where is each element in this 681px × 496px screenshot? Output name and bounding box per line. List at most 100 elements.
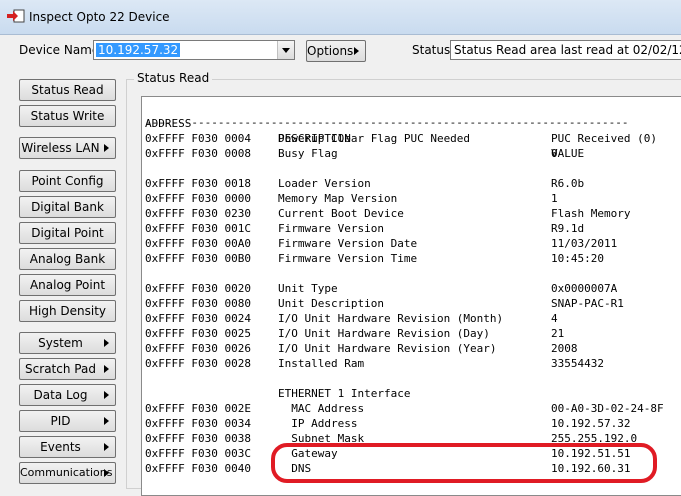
analog-point-button[interactable]: Analog Point <box>19 274 116 296</box>
address-cell: 0xFFFF F030 0024 <box>145 312 251 325</box>
address-cell: 0xFFFF F030 0038 <box>145 432 251 445</box>
window-title: Inspect Opto 22 Device <box>29 10 170 24</box>
address-cell: 0xFFFF F030 0008 <box>145 147 251 160</box>
device-name-label: Device Name: <box>19 43 104 57</box>
description-cell: Loader Version <box>278 177 371 190</box>
list-item[interactable]: 0xFFFF F030 0020 Unit Type 0x0000007A <box>142 281 681 296</box>
list-item[interactable]: 0xFFFF F030 0024 I/O Unit Hardware Revisi… <box>142 311 681 326</box>
address-cell: 0xFFFF F030 0040 <box>145 462 251 475</box>
sidebar-button-label: Wireless LAN <box>21 141 100 155</box>
list-header: ADDRESS DESCRIPTION VALUE <box>142 101 681 160</box>
chevron-right-icon <box>104 391 109 399</box>
sidebar-button-label: System <box>38 336 83 350</box>
list-item[interactable]: 0xFFFF F030 00A0 Firmware Version Date 11/… <box>142 236 681 251</box>
list-item[interactable]: 0xFFFF F030 0000 Memory Map Version 1 <box>142 191 681 206</box>
value-cell: 10.192.51.51 <box>551 447 631 460</box>
section-title: ETHERNET 1 Interface <box>278 387 411 400</box>
chevron-right-icon <box>104 144 109 152</box>
sidebar: Status Read Status Write Wireless LAN Po… <box>0 68 125 484</box>
events-button[interactable]: Events <box>19 436 116 458</box>
address-cell: 0xFFFF F030 0000 <box>145 192 251 205</box>
list-item[interactable]: 0xFFFF F030 0230 Current Boot Device Flash… <box>142 206 681 221</box>
pid-button[interactable]: PID <box>19 410 116 432</box>
list-item[interactable]: 0xFFFF F030 003C Gateway 10.192.51.51 <box>142 446 681 461</box>
address-cell: 0xFFFF F030 00B0 <box>145 252 251 265</box>
list-item[interactable]: 0xFFFF F030 0004 Powerup Clear Flag PUC N… <box>142 131 681 146</box>
list-item[interactable]: 0xFFFF F030 0034 IP Address 10.192.57.32 <box>142 416 681 431</box>
chevron-down-icon[interactable] <box>277 41 294 59</box>
description-cell: Memory Map Version <box>278 192 398 205</box>
value-cell: 2008 <box>551 342 578 355</box>
address-cell: 0xFFFF F030 0026 <box>145 342 251 355</box>
list-item[interactable]: 0xFFFF F030 0028 Installed Ram 33554432 <box>142 356 681 371</box>
group-label: Status Read <box>134 71 213 85</box>
list-item[interactable]: 0xFFFF F030 0018 Loader Version R6.0b <box>142 176 681 191</box>
sidebar-button-label: Communications <box>20 466 113 479</box>
list-item[interactable]: 0xFFFF F030 0080 Unit Description SNAP-PAC… <box>142 296 681 311</box>
device-name-combo[interactable]: 10.192.57.32 <box>93 40 295 60</box>
address-cell: 0xFFFF F030 0034 <box>145 417 251 430</box>
value-cell: 11/03/2011 <box>551 237 618 250</box>
status-write-button[interactable]: Status Write <box>19 105 116 127</box>
wireless-lan-button[interactable]: Wireless LAN <box>19 137 116 159</box>
device-name-value[interactable]: 10.192.57.32 <box>96 43 181 57</box>
value-cell: 21 <box>551 327 565 340</box>
address-cell: 0xFFFF F030 0004 <box>145 132 251 145</box>
value-cell: 33554432 <box>551 357 604 370</box>
list-item[interactable]: 0xFFFF F030 001C Firmware Version R9.1d <box>142 221 681 236</box>
address-cell: 0xFFFF F030 001C <box>145 222 251 235</box>
status-field[interactable]: Status Read area last read at 02/02/12 1… <box>450 40 681 60</box>
sidebar-button-label: Status Read <box>31 83 104 97</box>
chevron-right-icon <box>104 469 109 477</box>
digital-point-button[interactable]: Digital Point <box>19 222 116 244</box>
list-item[interactable]: 0xFFFF F030 0038 Subnet Mask 255.255.192.… <box>142 431 681 446</box>
value-cell: 4 <box>551 312 558 325</box>
value-cell: 00-A0-3D-02-24-8F <box>551 402 664 415</box>
header-separator: ----------------------------------------… <box>145 116 629 129</box>
sidebar-button-label: Scratch Pad <box>25 362 96 376</box>
address-cell: 0xFFFF F030 00A0 <box>145 237 251 250</box>
list-item[interactable]: 0xFFFF F030 0008 Busy Flag 0 <box>142 146 681 161</box>
register-list[interactable]: ADDRESS DESCRIPTION VALUE --------------… <box>141 96 681 496</box>
description-cell: Installed Ram <box>278 357 365 370</box>
communications-button[interactable]: Communications <box>19 462 116 484</box>
chevron-right-icon <box>104 365 109 373</box>
description-cell: Firmware Version Date <box>278 237 418 250</box>
high-density-button[interactable]: High Density <box>19 300 116 322</box>
device-toolbar: Device Name: 10.192.57.32 Options Status… <box>0 34 681 68</box>
point-config-button[interactable]: Point Config <box>19 170 116 192</box>
address-cell: 0xFFFF F030 0018 <box>145 177 251 190</box>
list-item[interactable]: 0xFFFF F030 0040 DNS 10.192.60.31 <box>142 461 681 476</box>
description-cell: I/O Unit Hardware Revision (Year) <box>278 342 497 355</box>
sidebar-button-label: Data Log <box>33 388 88 402</box>
list-item[interactable]: 0xFFFF F030 002E MAC Address 00-A0-3D-02-… <box>142 401 681 416</box>
address-cell: 0xFFFF F030 002E <box>145 402 251 415</box>
list-item[interactable]: 0xFFFF F030 0025 I/O Unit Hardware Revisi… <box>142 326 681 341</box>
description-cell: I/O Unit Hardware Revision (Month) <box>278 312 504 325</box>
address-cell: 0xFFFF F030 0020 <box>145 282 251 295</box>
analog-bank-button[interactable]: Analog Bank <box>19 248 116 270</box>
options-button[interactable]: Options <box>306 40 366 62</box>
status-read-button[interactable]: Status Read <box>19 79 116 101</box>
value-cell: 10.192.57.32 <box>551 417 631 430</box>
description-cell: Firmware Version Time <box>278 252 418 265</box>
value-cell: 1 <box>551 192 558 205</box>
description-cell: I/O Unit Hardware Revision (Day) <box>278 327 490 340</box>
status-label: Status: <box>412 43 455 57</box>
description-cell: Busy Flag <box>278 147 338 160</box>
digital-bank-button[interactable]: Digital Bank <box>19 196 116 218</box>
description-cell: DNS <box>278 462 312 475</box>
chevron-right-icon <box>104 339 109 347</box>
list-item[interactable]: 0xFFFF F030 00B0 Firmware Version Time 10:… <box>142 251 681 266</box>
description-cell: Unit Description <box>278 297 384 310</box>
scratch-pad-button[interactable]: Scratch Pad <box>19 358 116 380</box>
value-cell: 0x0000007A <box>551 282 618 295</box>
description-cell: IP Address <box>278 417 358 430</box>
description-cell: Subnet Mask <box>278 432 365 445</box>
system-button[interactable]: System <box>19 332 116 354</box>
value-cell: 10.192.60.31 <box>551 462 631 475</box>
list-item[interactable]: 0xFFFF F030 0026 I/O Unit Hardware Revisi… <box>142 341 681 356</box>
data-log-button[interactable]: Data Log <box>19 384 116 406</box>
app-icon <box>7 9 25 23</box>
value-cell: SNAP-PAC-R1 <box>551 297 624 310</box>
